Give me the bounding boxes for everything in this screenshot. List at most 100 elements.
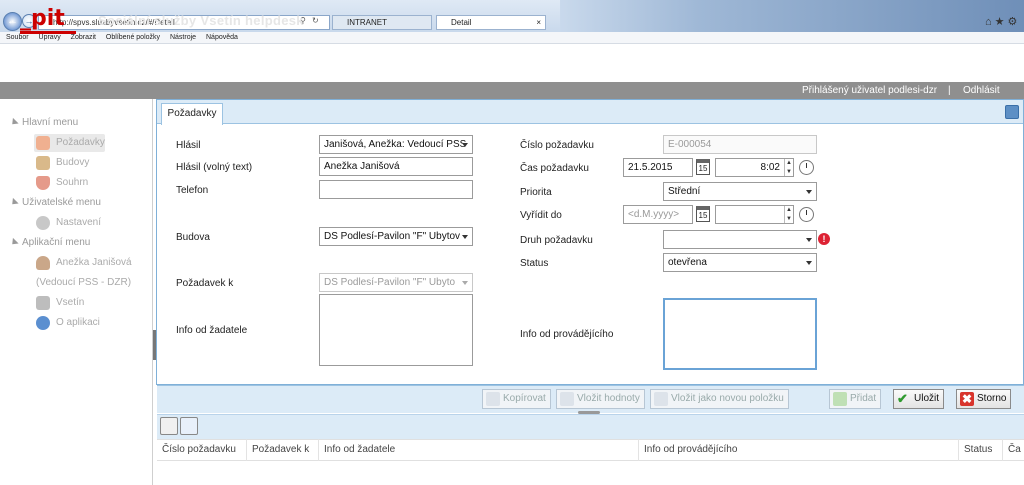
- sidebar-item-pozadavky[interactable]: Požadavky: [34, 134, 105, 152]
- budova-label: Budova: [176, 232, 210, 243]
- sidebar-item-budovy[interactable]: Budovy: [34, 154, 89, 172]
- sidebar-item-label: Souhrn: [56, 177, 89, 188]
- save-icon[interactable]: [1005, 105, 1019, 119]
- column-cas[interactable]: Ča: [1003, 439, 1024, 461]
- menu-oblibene[interactable]: Oblíbené položky: [106, 34, 160, 41]
- vyridit-date-input[interactable]: <d.M.yyyy>: [623, 205, 693, 224]
- hlasil-free-label: Hlásil (volný text): [176, 162, 253, 173]
- tab-label: INTRANET: [347, 18, 387, 27]
- sidebar-item-o-aplikaci[interactable]: O aplikaci: [34, 314, 100, 332]
- sidebar-item-label: Anežka Janišová: [56, 257, 132, 268]
- button-label: Kopírovat: [503, 393, 546, 404]
- cislo-input: E-000054: [663, 135, 817, 154]
- tab-pozadavky[interactable]: Požadavky: [161, 103, 223, 125]
- telefon-input[interactable]: [319, 180, 473, 199]
- chevron-down-icon: [462, 281, 468, 285]
- vyridit-label: Vyřídit do: [520, 210, 562, 221]
- browser-menubar: Soubor Úpravy Zobrazit Oblíbené položky …: [0, 32, 1024, 44]
- menu-nastroje[interactable]: Nástroje: [170, 34, 196, 41]
- column-pozadavek-k[interactable]: Požadavek k: [247, 439, 319, 461]
- kopirovat-button[interactable]: Kopírovat: [482, 389, 551, 409]
- column-info-prov[interactable]: Info od provádějícího: [639, 439, 959, 461]
- logo-text: pit: [31, 6, 65, 31]
- ulozit-button[interactable]: ✔ Uložit: [893, 389, 945, 409]
- group-label: Hlavní menu: [22, 117, 79, 128]
- box-icon: [36, 296, 50, 310]
- gear-icon[interactable]: [160, 417, 178, 435]
- tab-label: Detail: [451, 18, 472, 27]
- logout-link[interactable]: Odhlásit: [963, 82, 1000, 99]
- sidebar-group-main[interactable]: Hlavní menu: [9, 117, 79, 128]
- clock-icon[interactable]: [799, 207, 814, 222]
- app-logo: _pit: [20, 8, 88, 34]
- warning-icon: !: [818, 233, 830, 245]
- calendar-icon[interactable]: 15: [696, 159, 710, 175]
- pozadavek-k-label: Požadavek k: [176, 278, 234, 289]
- menu-upravy[interactable]: Úpravy: [39, 34, 61, 41]
- requests-icon: [36, 136, 50, 150]
- column-info-zadatel[interactable]: Info od žadatele: [319, 439, 639, 461]
- budova-select[interactable]: DS Podlesí-Pavilon "F" Ubytov: [319, 227, 473, 246]
- sidebar-item-user[interactable]: Anežka Janišová: [34, 254, 132, 272]
- shield-icon: [36, 176, 50, 190]
- column-status[interactable]: Status: [959, 439, 1003, 461]
- collapse-icon: [9, 237, 19, 248]
- tab-bar: [157, 100, 1023, 124]
- search-icon[interactable]: [180, 417, 198, 435]
- tab-intranet[interactable]: INTRANET: [332, 15, 432, 30]
- cislo-label: Číslo požadavku: [520, 140, 594, 151]
- hlasil-value: Janišová, Anežka: Vedoucí PSS: [324, 139, 467, 150]
- pridat-button[interactable]: Přidat: [829, 389, 882, 409]
- menu-soubor[interactable]: Soubor: [6, 34, 29, 41]
- plus-icon: [833, 392, 847, 406]
- user-icon: [36, 256, 50, 270]
- vlozit-hodnoty-button[interactable]: Vložit hodnoty: [556, 389, 645, 409]
- button-label: Přidat: [850, 393, 877, 404]
- storno-button[interactable]: ✖ Storno: [956, 389, 1012, 409]
- priorita-select[interactable]: Střední: [663, 182, 817, 201]
- budova-value: DS Podlesí-Pavilon "F" Ubytov: [324, 231, 461, 242]
- vyridit-time-input[interactable]: ▲ ▼: [715, 205, 794, 224]
- status-select[interactable]: otevřena: [663, 253, 817, 272]
- menu-zobrazit[interactable]: Zobrazit: [71, 34, 96, 41]
- copy-icon: [486, 392, 500, 406]
- sidebar-item-label: O aplikaci: [56, 317, 100, 328]
- building-icon: [36, 156, 50, 170]
- menu-napoveda[interactable]: Nápověda: [206, 34, 238, 41]
- calendar-icon[interactable]: 15: [696, 206, 710, 222]
- clock-icon[interactable]: [799, 160, 814, 175]
- pozadavek-k-select[interactable]: DS Podlesí-Pavilon "F" Ubyto: [319, 273, 473, 292]
- close-icon[interactable]: ×: [536, 16, 541, 29]
- cas-date-input[interactable]: 21.5.2015: [623, 158, 693, 177]
- druh-label: Druh požadavku: [520, 235, 593, 246]
- vlozit-novou-button[interactable]: Vložit jako novou položku: [650, 389, 789, 409]
- button-label: Storno: [977, 393, 1007, 404]
- paste-new-icon: [654, 392, 668, 406]
- app-header: [0, 44, 1024, 82]
- refresh-icon[interactable]: ↻: [312, 16, 319, 25]
- telefon-label: Telefon: [176, 185, 209, 196]
- cas-label: Čas požadavku: [520, 163, 589, 174]
- hlasil-select[interactable]: Janišová, Anežka: Vedoucí PSS: [319, 135, 473, 154]
- sidebar-group-app[interactable]: Aplikační menu: [9, 237, 90, 248]
- time-spinner[interactable]: ▲ ▼: [784, 206, 793, 223]
- time-spinner[interactable]: ▲ ▼: [784, 159, 793, 176]
- sidebar-item-nastaveni[interactable]: Nastavení: [34, 214, 101, 232]
- hlasil-free-input[interactable]: Anežka Janišová: [319, 157, 473, 176]
- info-prov-textarea[interactable]: [663, 298, 817, 370]
- sidebar-item-vsetin[interactable]: Vsetín: [34, 294, 84, 312]
- column-cislo[interactable]: Číslo požadavku: [157, 439, 247, 461]
- info-prov-label: Info od provádějícího: [520, 329, 614, 340]
- druh-select[interactable]: [663, 230, 817, 249]
- tab-detail[interactable]: Detail ×: [436, 15, 546, 30]
- browser-tools[interactable]: ⌂★⚙: [985, 15, 1020, 28]
- sidebar-group-user[interactable]: Uživatelské menu: [9, 197, 101, 208]
- gear-icon: [36, 216, 50, 230]
- sidebar-item-souhrn[interactable]: Souhrn: [34, 174, 88, 192]
- priorita-label: Priorita: [520, 187, 552, 198]
- chevron-down-icon: [462, 235, 468, 239]
- cas-time-input[interactable]: 8:02 ▲ ▼: [715, 158, 794, 177]
- info-zadatel-textarea[interactable]: [319, 294, 473, 366]
- sidebar-item-label: (Vedoucí PSS - DZR): [36, 277, 132, 288]
- sidebar: Hlavní menu Požadavky Budovy Souhrn Uživ…: [0, 99, 153, 485]
